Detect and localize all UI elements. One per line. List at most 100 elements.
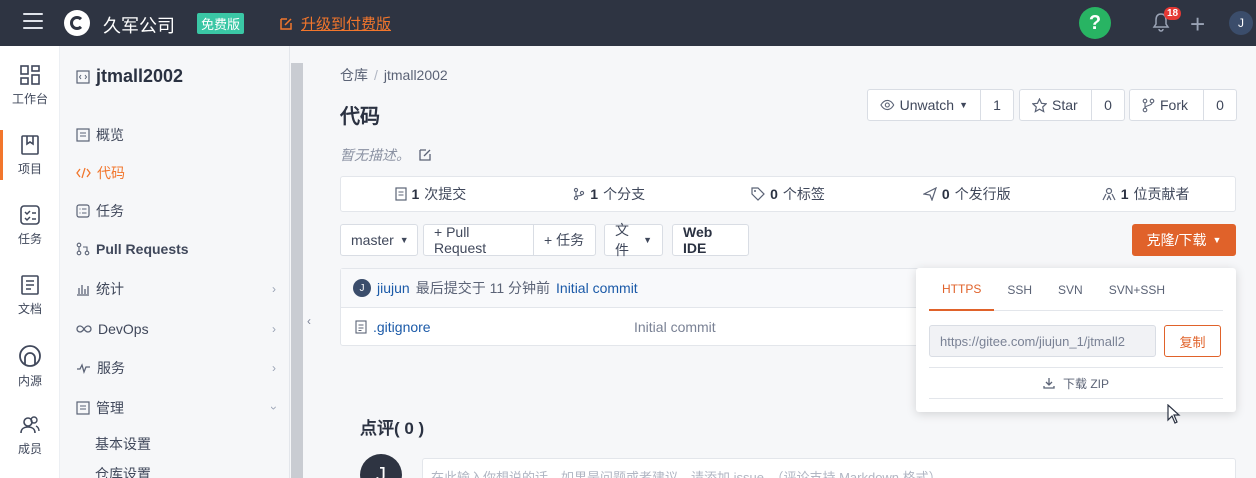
global-rail: 工作台 项目 任务 文档 内源 成员 bbox=[0, 46, 60, 478]
upgrade-link[interactable]: 升级到付费版 bbox=[279, 13, 391, 34]
free-version-badge: 免费版 bbox=[197, 13, 245, 34]
stat-number: 1 bbox=[411, 186, 420, 202]
stat-releases[interactable]: 0 个发行版 bbox=[877, 177, 1056, 211]
stat-text: 次提交 bbox=[424, 186, 467, 202]
fork-button[interactable]: Fork bbox=[1130, 90, 1204, 120]
sidebar-item-tasks[interactable]: 任务 bbox=[76, 200, 276, 222]
menu-icon[interactable] bbox=[23, 13, 43, 31]
download-zip-label: 下载 ZIP bbox=[1062, 376, 1109, 391]
fork-icon bbox=[1142, 98, 1155, 112]
stat-text: 个分支 bbox=[603, 186, 646, 202]
sidebar-item-label: 管理 bbox=[96, 400, 124, 416]
caret-down-icon: ▼ bbox=[643, 235, 652, 245]
rail-item-innersource[interactable]: 内源 bbox=[0, 342, 60, 412]
rail-label: 文档 bbox=[17, 302, 42, 316]
stat-contributors[interactable]: 1 位贡献者 bbox=[1056, 177, 1235, 211]
sidebar-item-code[interactable]: 代码 bbox=[76, 162, 276, 184]
fork-label: Fork bbox=[1160, 97, 1188, 113]
commit-author-link[interactable]: jiujun bbox=[377, 280, 410, 296]
star-icon bbox=[1032, 97, 1047, 113]
comment-input[interactable]: 在此输入你想说的话，如果是问题或者建议，请添加 issue。（评论支持 Mark… bbox=[422, 458, 1236, 478]
comments-title: 点评( 0 ) bbox=[360, 419, 425, 438]
rail-item-tasks[interactable]: 任务 bbox=[0, 202, 60, 272]
company-name[interactable]: 久军公司 bbox=[103, 12, 175, 38]
stat-number: 1 bbox=[590, 186, 599, 202]
star-count[interactable]: 0 bbox=[1092, 90, 1124, 120]
sidebar-item-label: 概览 bbox=[96, 127, 124, 143]
tab-ssh[interactable]: SSH bbox=[994, 268, 1045, 311]
stat-tags[interactable]: 0 个标签 bbox=[699, 177, 878, 211]
tab-svn[interactable]: SVN bbox=[1045, 268, 1096, 311]
sidebar-item-manage[interactable]: 管理 › bbox=[76, 397, 281, 419]
project-sidebar: jtmall2002 概览 代码 任务 Pull Requests 统计 › D… bbox=[60, 46, 289, 478]
unwatch-button[interactable]: Unwatch ▼ bbox=[868, 90, 981, 120]
sidebar-item-label: 统计 bbox=[96, 281, 124, 297]
innersource-icon bbox=[19, 345, 41, 367]
help-button[interactable]: ? bbox=[1079, 7, 1111, 39]
chevron-right-icon: › bbox=[272, 361, 276, 375]
stat-number: 0 bbox=[941, 186, 950, 202]
new-pull-request-button[interactable]: + Pull Request bbox=[423, 224, 534, 256]
breadcrumb-project[interactable]: jtmall2002 bbox=[384, 67, 448, 83]
user-avatar[interactable]: J bbox=[1229, 11, 1253, 35]
tab-svn-ssh[interactable]: SVN+SSH bbox=[1096, 268, 1178, 311]
web-ide-button[interactable]: Web IDE bbox=[672, 224, 749, 256]
watch-count[interactable]: 1 bbox=[981, 90, 1013, 120]
sidebar-item-label: 服务 bbox=[97, 360, 125, 376]
stat-commits[interactable]: 1 次提交 bbox=[341, 177, 520, 211]
branch-label: master bbox=[351, 232, 394, 248]
commit-message-link[interactable]: Initial commit bbox=[556, 280, 638, 296]
file-menu-button[interactable]: 文件 ▼ bbox=[604, 222, 663, 258]
clone-download-button[interactable]: 克隆/下载 ▼ bbox=[1132, 224, 1236, 256]
service-icon bbox=[77, 363, 90, 375]
doc-icon bbox=[21, 275, 39, 295]
branch-icon bbox=[574, 187, 585, 201]
sidebar-subitem-basic-settings[interactable]: 基本设置 bbox=[95, 434, 151, 454]
sidebar-item-stats[interactable]: 统计 › bbox=[76, 278, 276, 300]
collapse-sidebar-icon[interactable]: ‹ bbox=[307, 314, 311, 328]
sidebar-item-label: DevOps bbox=[98, 321, 149, 337]
rail-item-dashboard[interactable]: 工作台 bbox=[0, 62, 60, 132]
sidebar-item-service[interactable]: 服务 › bbox=[76, 357, 276, 379]
stat-branches[interactable]: 1 个分支 bbox=[520, 177, 699, 211]
rail-item-docs[interactable]: 文档 bbox=[0, 272, 60, 342]
project-title[interactable]: jtmall2002 bbox=[76, 66, 183, 87]
breadcrumb-repos[interactable]: 仓库 bbox=[340, 67, 368, 83]
sidebar-scrollbar[interactable]: ‹ bbox=[289, 46, 316, 478]
caret-down-icon: ▼ bbox=[399, 235, 409, 245]
pull-request-icon bbox=[76, 242, 90, 256]
author-avatar[interactable]: J bbox=[353, 279, 371, 297]
sidebar-subitem-repo-settings[interactable]: 仓库设置 bbox=[95, 464, 151, 478]
clone-label: 克隆/下载 bbox=[1146, 232, 1207, 248]
caret-down-icon: ▼ bbox=[1212, 235, 1222, 245]
sidebar-item-overview[interactable]: 概览 bbox=[76, 124, 276, 146]
rail-item-members[interactable]: 成员 bbox=[0, 412, 60, 478]
clone-protocol-tabs: HTTPS SSH SVN SVN+SSH bbox=[929, 268, 1223, 311]
download-zip-button[interactable]: 下载 ZIP bbox=[929, 367, 1223, 399]
contributors-icon bbox=[1102, 187, 1116, 201]
branch-select[interactable]: master ▼ bbox=[340, 224, 418, 256]
breadcrumb: 仓库 / jtmall2002 bbox=[340, 67, 448, 83]
copy-url-button[interactable]: 复制 bbox=[1164, 325, 1221, 357]
sidebar-item-devops[interactable]: DevOps › bbox=[76, 318, 276, 340]
fork-count[interactable]: 0 bbox=[1204, 90, 1236, 120]
edit-description-icon[interactable] bbox=[418, 148, 432, 162]
rail-label: 内源 bbox=[17, 374, 42, 388]
file-commit-message[interactable]: Initial commit bbox=[634, 319, 716, 335]
commit-icon bbox=[394, 187, 407, 201]
star-button[interactable]: Star bbox=[1020, 90, 1092, 120]
tab-https[interactable]: HTTPS bbox=[929, 268, 995, 311]
scrollbar-thumb[interactable] bbox=[291, 63, 303, 478]
file-name-link[interactable]: .gitignore bbox=[373, 319, 431, 335]
create-plus-button[interactable]: + bbox=[1190, 9, 1205, 40]
tag-icon bbox=[751, 187, 765, 201]
new-task-button[interactable]: + 任务 bbox=[533, 224, 596, 256]
chevron-right-icon: › bbox=[272, 322, 276, 336]
sidebar-item-pull-requests[interactable]: Pull Requests bbox=[76, 238, 276, 260]
top-navbar: 久军公司 免费版 升级到付费版 ? 18 + J bbox=[0, 0, 1256, 46]
mouse-cursor-icon bbox=[1167, 404, 1181, 424]
gitee-logo-icon[interactable] bbox=[64, 10, 90, 36]
rail-item-projects[interactable]: 项目 bbox=[0, 132, 60, 202]
clone-url-field[interactable]: https://gitee.com/jiujun_1/jtmall2 bbox=[929, 325, 1156, 357]
sidebar-item-label: 代码 bbox=[97, 165, 125, 181]
